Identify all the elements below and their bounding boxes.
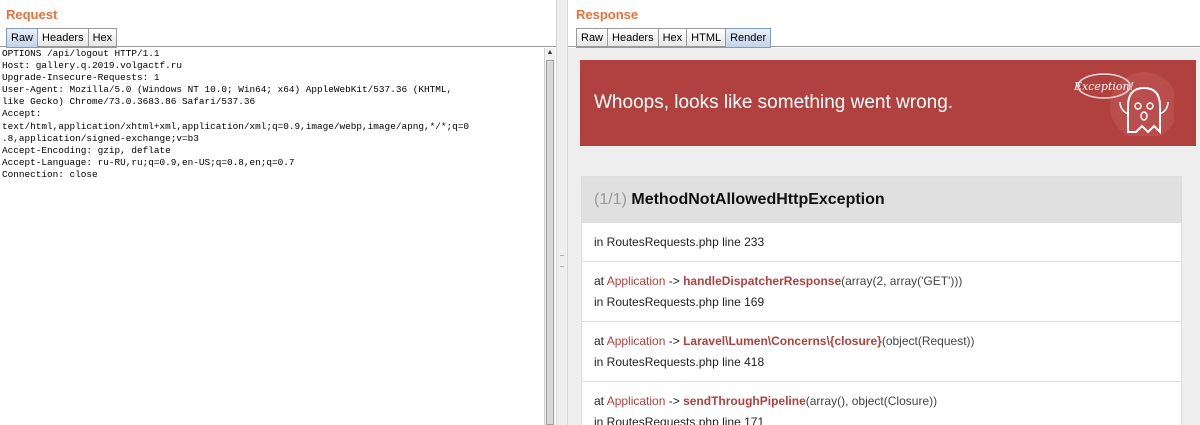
frame-class: Application (606, 334, 666, 348)
response-tab-hex[interactable]: Hex (657, 28, 688, 48)
exception-header: (1/1) MethodNotAllowedHttpException (582, 177, 1181, 222)
request-tab-hex[interactable]: Hex (87, 28, 118, 48)
request-line: OPTIONS /api/logout HTTP/1.1 (2, 48, 160, 59)
request-tab-headers[interactable]: Headers (37, 28, 89, 48)
exception-ghost-icon: Exception! (1074, 72, 1174, 136)
request-line: text/html,application/xhtml+xml,applicat… (2, 120, 469, 132)
render-view: Whoops, looks like something went wrong.… (568, 48, 1200, 425)
request-line: Upgrade-Insecure-Requests: 1 (2, 72, 160, 84)
request-line: Accept: (2, 108, 42, 120)
divider-grip-icon[interactable] (560, 255, 564, 267)
frame-location: in RoutesRequests.php line 418 (594, 355, 765, 369)
response-tab-html[interactable]: HTML (686, 28, 727, 48)
split-divider[interactable] (556, 0, 568, 425)
request-line: Accept-Language: ru-RU,ru;q=0.9,en-US;q=… (2, 156, 295, 168)
frame-class: Application (606, 274, 666, 288)
trace-frame: at Application -> Laravel\Lumen\Concerns… (582, 321, 1181, 381)
trace-frame: at Application -> sendThroughPipeline(ar… (582, 381, 1181, 425)
banner-message: Whoops, looks like something went wrong. (594, 92, 954, 113)
response-pane: Response Raw Headers Hex HTML Render Who… (568, 0, 1200, 425)
frame-args: (array(), object(Closure)) (805, 394, 938, 408)
exception-count: (1/1) (594, 191, 627, 208)
request-line: like Gecko) Chrome/73.0.3683.86 Safari/5… (2, 96, 256, 108)
request-line: User-Agent: Mozilla/5.0 (Windows NT 10.0… (2, 84, 453, 96)
response-tab-render[interactable]: Render (725, 28, 772, 48)
request-pane: Request Raw Headers Hex OPTIONS /api/log… (0, 0, 556, 425)
request-tab-raw[interactable]: Raw (6, 28, 39, 48)
frame-location: in RoutesRequests.php line 171 (594, 415, 765, 425)
frame-location: in RoutesRequests.php line 233 (594, 235, 765, 249)
request-tabs: Raw Headers Hex (6, 28, 118, 48)
frame-call: at Application -> sendThroughPipeline(ar… (594, 394, 938, 408)
scrollbar-thumb[interactable] (546, 60, 554, 425)
tab-underline (568, 46, 1200, 47)
request-title: Request (6, 7, 58, 22)
response-tabs: Raw Headers Hex HTML Render (576, 28, 772, 48)
response-tab-headers[interactable]: Headers (607, 28, 659, 48)
frame-function: Laravel\Lumen\Concerns\{closure} (683, 334, 882, 348)
request-line: .8,application/signed-exchange;v=b3 (2, 132, 199, 144)
request-line: Connection: close (2, 168, 98, 180)
trace-frame: at Application -> handleDispatcherRespon… (582, 261, 1181, 321)
exception-badge-text: Exception! (1074, 80, 1134, 93)
frame-function: handleDispatcherResponse (683, 274, 842, 288)
response-title: Response (576, 7, 639, 22)
frame-class: Application (606, 394, 666, 408)
frame-call: at Application -> Laravel\Lumen\Concerns… (594, 334, 975, 348)
request-scrollbar[interactable]: ▲ (544, 48, 555, 425)
frame-function: sendThroughPipeline (683, 394, 806, 408)
frame-call: at Application -> handleDispatcherRespon… (594, 274, 963, 288)
exception-name: MethodNotAllowedHttpException (631, 191, 885, 208)
request-raw-editor[interactable]: OPTIONS /api/logout HTTP/1.1 Host: galler… (0, 48, 544, 425)
request-line: Host: gallery.q.2019.volgactf.ru (2, 60, 183, 72)
scroll-up-arrow-icon[interactable]: ▲ (545, 48, 555, 58)
frame-location: in RoutesRequests.php line 169 (594, 295, 765, 309)
request-line: Accept-Encoding: gzip, deflate (2, 144, 171, 156)
response-tab-raw[interactable]: Raw (576, 28, 609, 48)
trace-frame: in RoutesRequests.php line 233 (582, 222, 1181, 261)
tab-underline (0, 46, 556, 47)
frame-args: (object(Request)) (881, 334, 975, 348)
exception-banner: Whoops, looks like something went wrong.… (580, 60, 1196, 146)
stack-trace: (1/1) MethodNotAllowedHttpException in R… (581, 176, 1182, 425)
frame-args: (array(2, array('GET'))) (841, 274, 963, 288)
